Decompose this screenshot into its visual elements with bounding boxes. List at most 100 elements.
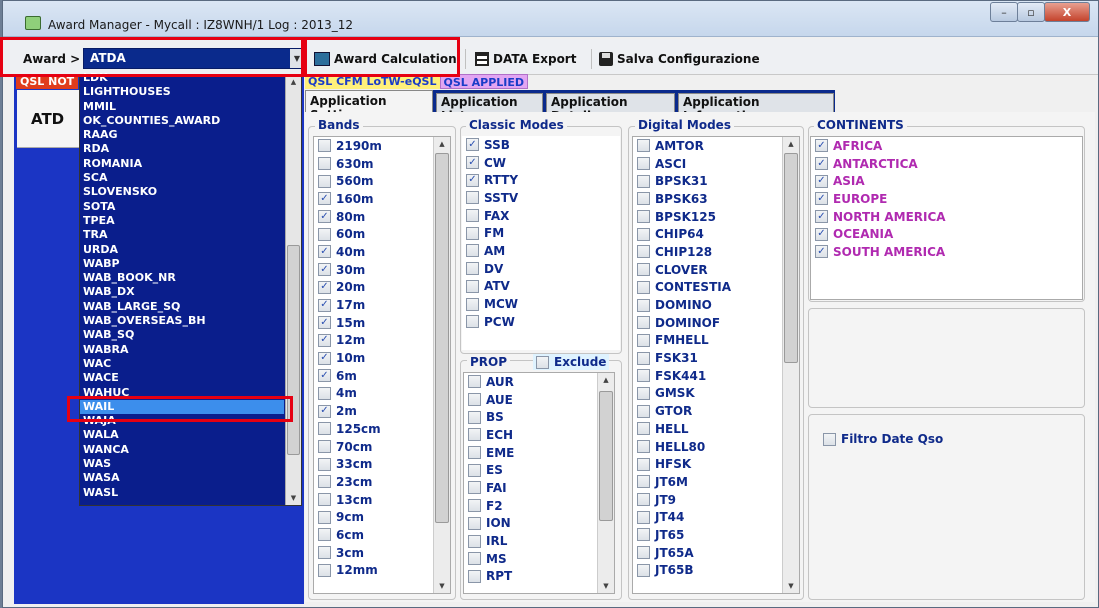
digital-mode-item[interactable]: AMTOR [633, 137, 799, 155]
dropdown-option[interactable]: WABRA [80, 343, 284, 357]
checkbox-icon[interactable] [637, 174, 650, 188]
dropdown-option[interactable]: OK_COUNTIES_AWARD [80, 114, 284, 128]
classic-mode-item[interactable]: MCW [462, 295, 620, 313]
digital-mode-item[interactable]: HELL80 [633, 438, 799, 456]
dropdown-option[interactable]: WAC [80, 357, 284, 371]
classic-mode-item[interactable]: DV [462, 260, 620, 278]
checked-checkbox-icon[interactable]: ✓ [815, 245, 828, 259]
checked-checkbox-icon[interactable]: ✓ [318, 351, 331, 365]
checked-checkbox-icon[interactable]: ✓ [815, 157, 828, 171]
continents-listbox[interactable]: ✓ AFRICA ✓ ANTARCTICA ✓ ASIA ✓ EUROPE ✓ NORTH AME… [810, 136, 1083, 300]
dropdown-option[interactable]: WAB_BOOK_NR [80, 271, 284, 285]
checkbox-icon[interactable] [318, 386, 331, 400]
exclude-checkbox[interactable]: Exclude [533, 354, 610, 370]
award-calculation-button[interactable]: Award Calculation [310, 48, 461, 70]
dropdown-option[interactable]: TPEA [80, 214, 284, 228]
checkbox-icon[interactable] [637, 404, 650, 418]
digital-mode-item[interactable]: CLOVER [633, 261, 799, 279]
checkbox-icon[interactable] [637, 210, 650, 224]
digital-mode-item[interactable]: JT65B [633, 562, 799, 580]
dropdown-option[interactable]: WAHUC [80, 386, 284, 400]
checkbox-icon[interactable] [637, 475, 650, 489]
dropdown-scrollbar[interactable]: ▲ ▼ [285, 75, 301, 505]
chevron-down-icon[interactable]: ▼ [290, 49, 304, 68]
band-item[interactable]: 9cm [314, 508, 450, 526]
checkbox-icon[interactable] [637, 316, 650, 330]
digital-mode-item[interactable]: BPSK63 [633, 190, 799, 208]
checkbox-icon[interactable] [637, 528, 650, 542]
band-item[interactable]: 125cm [314, 420, 450, 438]
close-button[interactable]: X [1044, 2, 1090, 22]
checkbox-icon[interactable] [466, 209, 479, 223]
prop-item[interactable]: ION [464, 515, 614, 533]
dropdown-option[interactable]: SLOVENSKO [80, 185, 284, 199]
checkbox-icon[interactable] [466, 279, 479, 293]
checked-checkbox-icon[interactable]: ✓ [466, 173, 479, 187]
checkbox-icon[interactable] [637, 422, 650, 436]
dropdown-option[interactable]: WAB_OVERSEAS_BH [80, 314, 284, 328]
checkbox-icon[interactable] [318, 475, 331, 489]
checked-checkbox-icon[interactable]: ✓ [815, 210, 828, 224]
continent-item[interactable]: ✓ ANTARCTICA [811, 155, 1082, 173]
checkbox-icon[interactable] [466, 297, 479, 311]
band-item[interactable]: 70cm [314, 438, 450, 456]
checkbox-icon[interactable] [468, 375, 481, 389]
checkbox-icon[interactable] [637, 386, 650, 400]
band-item[interactable]: 560m [314, 172, 450, 190]
digital-mode-item[interactable]: JT9 [633, 491, 799, 509]
digital-mode-item[interactable]: JT6M [633, 473, 799, 491]
continent-item[interactable]: ✓ SOUTH AMERICA [811, 243, 1082, 261]
checkbox-icon[interactable] [466, 315, 479, 329]
digital-mode-item[interactable]: HFSK [633, 455, 799, 473]
checkbox-icon[interactable] [637, 351, 650, 365]
scroll-up-icon[interactable]: ▲ [783, 137, 799, 151]
digital-mode-item[interactable]: JT65A [633, 544, 799, 562]
checkbox-icon[interactable] [318, 440, 331, 454]
scroll-down-icon[interactable]: ▼ [598, 579, 614, 593]
checkbox-icon[interactable] [468, 393, 481, 407]
band-item[interactable]: 12mm [314, 562, 450, 580]
checkbox-icon[interactable] [318, 457, 331, 471]
checkbox-icon[interactable] [468, 569, 481, 583]
band-item[interactable]: 4m [314, 385, 450, 403]
band-item[interactable]: 33cm [314, 455, 450, 473]
dropdown-option[interactable]: MMIL [80, 100, 284, 114]
band-item[interactable]: ✓ 2m [314, 402, 450, 420]
checked-checkbox-icon[interactable]: ✓ [815, 139, 828, 153]
classic-mode-item[interactable]: ✓ RTTY [462, 171, 620, 189]
prop-item[interactable]: IRL [464, 532, 614, 550]
checkbox-icon[interactable] [466, 244, 479, 258]
dropdown-option[interactable]: WAS [80, 457, 284, 471]
checkbox-icon[interactable] [468, 446, 481, 460]
continent-item[interactable]: ✓ ASIA [811, 172, 1082, 190]
dropdown-option[interactable]: WASA [80, 471, 284, 485]
classic-mode-item[interactable]: PCW [462, 313, 620, 331]
classic-mode-item[interactable]: AM [462, 242, 620, 260]
scroll-thumb[interactable] [784, 153, 798, 363]
checkbox-icon[interactable] [637, 263, 650, 277]
digital-mode-item[interactable]: FSK31 [633, 349, 799, 367]
checked-checkbox-icon[interactable]: ✓ [318, 192, 331, 206]
checkbox-icon[interactable] [318, 139, 331, 153]
data-export-button[interactable]: DATA Export [471, 48, 580, 70]
prop-item[interactable]: ES [464, 461, 614, 479]
classic-mode-item[interactable]: FAX [462, 207, 620, 225]
scroll-down-icon[interactable]: ▼ [434, 579, 450, 593]
checkbox-icon[interactable] [637, 139, 650, 153]
scroll-up-icon[interactable]: ▲ [434, 137, 450, 151]
prop-item[interactable]: EME [464, 444, 614, 462]
checked-checkbox-icon[interactable]: ✓ [815, 174, 828, 188]
prop-item[interactable]: RPT [464, 568, 614, 586]
checkbox-icon[interactable] [637, 457, 650, 471]
band-item[interactable]: 23cm [314, 473, 450, 491]
dropdown-option[interactable]: WAB_LARGE_SQ [80, 300, 284, 314]
classic-mode-item[interactable]: ✓ CW [462, 154, 620, 172]
tab-application-information[interactable]: Application Information [678, 93, 834, 123]
dropdown-option[interactable]: WAB_SQ [80, 328, 284, 342]
checked-checkbox-icon[interactable]: ✓ [815, 192, 828, 206]
dropdown-option[interactable]: URDA [80, 243, 284, 257]
dropdown-option[interactable]: WANCA [80, 443, 284, 457]
band-item[interactable]: 60m [314, 225, 450, 243]
band-item[interactable]: ✓ 10m [314, 349, 450, 367]
checkbox-icon[interactable] [637, 192, 650, 206]
